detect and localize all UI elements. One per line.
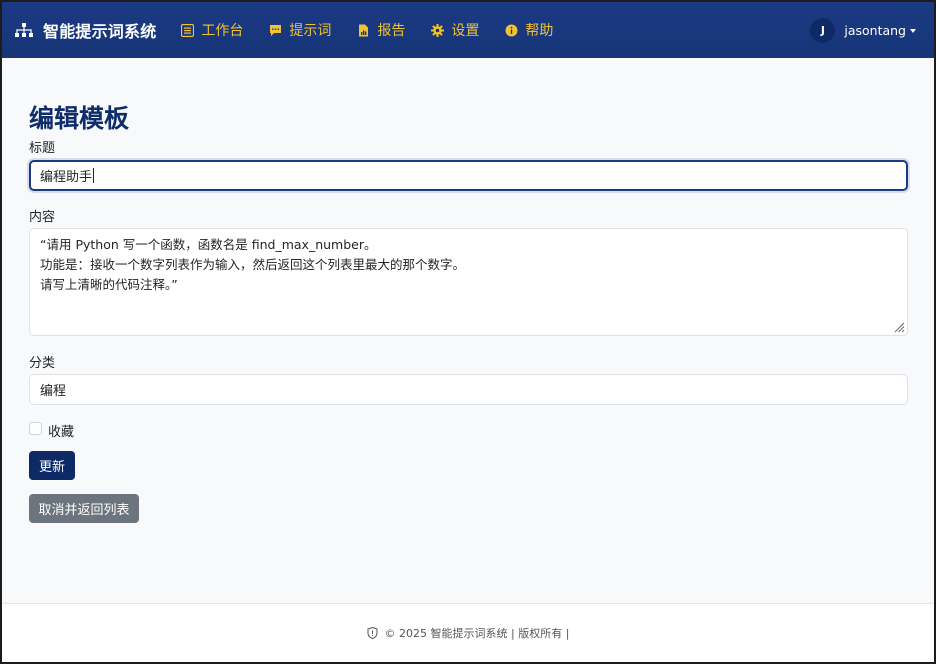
- top-navbar: 智能提示词系统 工作台 提示词 报告 设置 帮助 J jasontang: [2, 2, 934, 58]
- report-icon: [359, 24, 369, 36]
- workbench-icon: [181, 23, 195, 37]
- nav-item-help[interactable]: 帮助: [505, 20, 553, 40]
- content-line: 请写上清晰的代码注释。”: [40, 277, 178, 292]
- content-textarea[interactable]: “请用 Python 写一个函数，函数名是 find_max_number。 功…: [29, 228, 908, 336]
- nav-menu: 工作台 提示词 报告 设置 帮助: [181, 20, 579, 40]
- category-input[interactable]: 编程: [29, 374, 908, 405]
- title-input-value: 编程助手: [40, 170, 93, 185]
- content-label: 内容: [29, 210, 56, 225]
- nav-item-settings[interactable]: 设置: [431, 20, 479, 40]
- chat-icon: [270, 24, 282, 36]
- footer: © 2025 智能提示词系统 | 版权所有 |: [2, 603, 934, 662]
- brand[interactable]: 智能提示词系统: [15, 18, 156, 42]
- nav-label-help: 帮助: [525, 23, 554, 39]
- favorite-label: 收藏: [48, 425, 75, 440]
- gear-icon: [431, 23, 445, 37]
- app-window: 智能提示词系统 工作台 提示词 报告 设置 帮助 J jasontang 编辑模…: [2, 2, 934, 662]
- favorite-checkbox[interactable]: [29, 422, 42, 435]
- nav-label-settings: 设置: [451, 23, 480, 39]
- category-input-value: 编程: [40, 384, 67, 399]
- footer-copyright: © 2025 智能提示词系统 | 版权所有 |: [384, 627, 570, 640]
- info-icon: [505, 24, 518, 36]
- brand-title: 智能提示词系统: [43, 22, 157, 41]
- shield-icon: [367, 627, 378, 639]
- username: jasontang: [844, 23, 906, 38]
- avatar: J: [810, 18, 836, 43]
- chevron-down-icon: [910, 28, 916, 33]
- nav-item-workbench[interactable]: 工作台: [181, 20, 243, 40]
- content-line: 功能是：接收一个数字列表作为输入，然后返回这个列表里最大的那个数字。: [40, 257, 466, 272]
- update-button[interactable]: 更新: [29, 451, 75, 480]
- nav-item-reports[interactable]: 报告: [357, 20, 405, 40]
- text-cursor: [93, 168, 95, 183]
- user-menu[interactable]: J jasontang: [810, 18, 916, 43]
- title-label: 标题: [29, 141, 56, 156]
- title-input[interactable]: 编程助手: [29, 160, 908, 191]
- nav-label-reports: 报告: [377, 23, 406, 39]
- content-line: “请用 Python 写一个函数，函数名是 find_max_number。: [40, 237, 377, 252]
- nav-label-workbench: 工作台: [201, 23, 244, 39]
- page-title: 编辑模板: [29, 104, 130, 133]
- nav-label-prompts: 提示词: [289, 23, 332, 39]
- nav-item-prompts[interactable]: 提示词: [269, 20, 331, 40]
- sitemap-icon: [15, 23, 33, 37]
- resize-handle-icon[interactable]: [893, 321, 905, 333]
- cancel-button[interactable]: 取消并返回列表: [29, 494, 139, 523]
- category-label: 分类: [29, 356, 56, 371]
